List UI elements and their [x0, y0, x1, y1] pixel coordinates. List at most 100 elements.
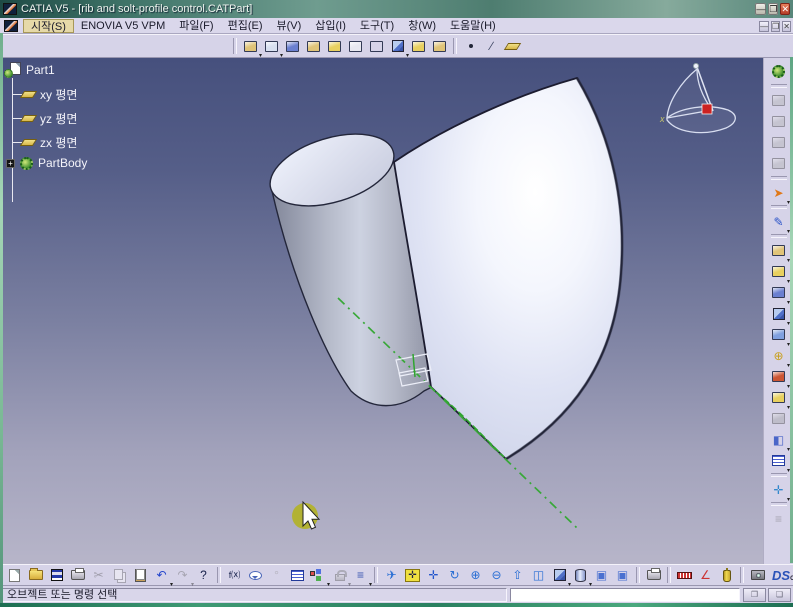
- line-icon[interactable]: ∕: [481, 37, 502, 56]
- tree-item-zx-plane-label[interactable]: zx 평면: [40, 134, 77, 151]
- hole-tool-icon[interactable]: ⊕▾: [768, 345, 789, 366]
- fly-mode-icon[interactable]: ✈: [381, 566, 402, 585]
- sketcher-icon[interactable]: ✎▾: [768, 211, 789, 232]
- lock-icon[interactable]: ▾: [329, 566, 350, 585]
- shaft-tool-icon[interactable]: ▾: [768, 261, 789, 282]
- rib-icon[interactable]: [345, 37, 366, 56]
- undo-icon[interactable]: ↶▾: [151, 566, 172, 585]
- loft-tool-icon[interactable]: ▾: [768, 303, 789, 324]
- close-surface-icon[interactable]: [429, 37, 450, 56]
- render-style-icon[interactable]: ▾: [570, 566, 591, 585]
- close-button[interactable]: ✕: [780, 3, 790, 15]
- fillet-tool-icon[interactable]: ▾: [768, 324, 789, 345]
- tree-item-partbody[interactable]: + PartBody: [6, 156, 87, 170]
- doc-restore-button[interactable]: ❐: [771, 21, 780, 32]
- disabled-tool-icon-3[interactable]: [768, 132, 789, 153]
- tree-item-yz-plane[interactable]: yz 평면: [22, 110, 77, 127]
- surface-tool-icon[interactable]: ▾: [768, 387, 789, 408]
- tree-item-zx-plane[interactable]: zx 평면: [22, 134, 77, 151]
- named-view-icon-1[interactable]: ▣: [591, 566, 612, 585]
- new-file-icon[interactable]: [4, 566, 25, 585]
- rules-icon[interactable]: ≡▾: [350, 566, 371, 585]
- open-folder-icon[interactable]: [25, 566, 46, 585]
- tree-item-xy-plane-label[interactable]: xy 평면: [40, 86, 77, 103]
- groove-tool-icon[interactable]: ▾: [768, 282, 789, 303]
- zoom-in-icon[interactable]: ⊕: [465, 566, 486, 585]
- view-compass[interactable]: x: [659, 64, 735, 133]
- stiffener-icon[interactable]: [408, 37, 429, 56]
- fit-all-icon[interactable]: ✛: [402, 566, 423, 585]
- title-bar[interactable]: CATIA V5 - [rib and solt-profile control…: [0, 0, 793, 18]
- comment-icon[interactable]: [245, 566, 266, 585]
- power-input-field[interactable]: [510, 588, 740, 602]
- normal-view-icon[interactable]: ⇧: [507, 566, 528, 585]
- update-icon[interactable]: [768, 61, 789, 82]
- capture-icon[interactable]: [747, 566, 768, 585]
- menu-window[interactable]: 창(W): [401, 19, 443, 33]
- rotate-icon[interactable]: ↻: [444, 566, 465, 585]
- menu-enovia[interactable]: ENOVIA V5 VPM: [74, 19, 172, 33]
- point-icon[interactable]: [460, 37, 481, 56]
- formula-icon[interactable]: f⒳: [224, 566, 245, 585]
- whats-this-icon[interactable]: ?: [193, 566, 214, 585]
- maximize-button[interactable]: ❐: [768, 3, 778, 15]
- product-tree-icon[interactable]: ▾: [308, 566, 329, 585]
- tree-expander-icon[interactable]: +: [6, 159, 15, 168]
- status-mini-button-1[interactable]: ❐: [743, 588, 766, 602]
- menu-view[interactable]: 뷰(V): [269, 19, 308, 33]
- menu-insert[interactable]: 삽입(I): [308, 19, 353, 33]
- menu-tools[interactable]: 도구(T): [353, 19, 401, 33]
- tree-item-xy-plane[interactable]: xy 평면: [22, 86, 77, 103]
- print-icon[interactable]: [67, 566, 88, 585]
- measure-item-icon[interactable]: ∠: [695, 566, 716, 585]
- inertia-icon[interactable]: [716, 566, 737, 585]
- tree-item-partbody-label[interactable]: PartBody: [38, 156, 87, 170]
- plane-icon[interactable]: [502, 37, 523, 56]
- menu-edit[interactable]: 편집(E): [221, 19, 270, 33]
- copy-icon[interactable]: [109, 566, 130, 585]
- pad-tool-icon[interactable]: ▾: [768, 240, 789, 261]
- constraint-icon[interactable]: ≡: [768, 508, 789, 529]
- doc-close-button[interactable]: ✕: [782, 21, 791, 32]
- tree-item-yz-plane-label[interactable]: yz 평면: [40, 110, 77, 127]
- loft-icon[interactable]: ▾: [387, 37, 408, 56]
- disabled-tool-icon-1[interactable]: [768, 90, 789, 111]
- select-icon[interactable]: ➤▾: [768, 182, 789, 203]
- sheet-rotate-icon[interactable]: [643, 566, 664, 585]
- pad-icon[interactable]: ▾: [240, 37, 261, 56]
- measure-between-icon[interactable]: [674, 566, 695, 585]
- disabled-tool-icon-2[interactable]: [768, 111, 789, 132]
- paste-icon[interactable]: [130, 566, 151, 585]
- multi-view-icon[interactable]: ◫: [528, 566, 549, 585]
- iso-view-icon[interactable]: ▾: [549, 566, 570, 585]
- cut-icon[interactable]: ✂: [88, 566, 109, 585]
- minimize-button[interactable]: —: [755, 3, 766, 15]
- pocket-tool-icon[interactable]: ▾: [768, 366, 789, 387]
- pocket-icon[interactable]: ▾: [261, 37, 282, 56]
- pattern-icon[interactable]: ▾: [768, 450, 789, 471]
- save-icon[interactable]: [46, 566, 67, 585]
- tree-root-part1[interactable]: Part1: [4, 62, 55, 78]
- mirror-half-icon[interactable]: [768, 408, 789, 429]
- redo-icon[interactable]: ↷▾: [172, 566, 193, 585]
- mirror-icon[interactable]: ◧▾: [768, 429, 789, 450]
- named-view-icon-2[interactable]: ▣: [612, 566, 633, 585]
- knowledge-icon[interactable]: °: [266, 566, 287, 585]
- tree-root-label[interactable]: Part1: [26, 63, 55, 77]
- scale-icon[interactable]: ✛▾: [768, 479, 789, 500]
- doc-minimize-button[interactable]: —: [759, 21, 769, 32]
- menu-start[interactable]: 시작(S): [23, 19, 74, 33]
- multi-pad-icon[interactable]: [282, 37, 303, 56]
- slot-icon[interactable]: [366, 37, 387, 56]
- flyout-arrow-icon[interactable]: ▾: [369, 581, 372, 588]
- design-table-icon[interactable]: [287, 566, 308, 585]
- zoom-out-icon[interactable]: ⊖: [486, 566, 507, 585]
- shaft-icon[interactable]: [303, 37, 324, 56]
- menu-help[interactable]: 도움말(H): [443, 19, 503, 33]
- groove-icon[interactable]: [324, 37, 345, 56]
- pan-icon[interactable]: ✛: [423, 566, 444, 585]
- disabled-tool-icon-4[interactable]: [768, 153, 789, 174]
- 3d-viewport[interactable]: x Part1 xy 평면 yz 평면 zx 평면 + PartBody: [0, 58, 763, 564]
- status-mini-button-2[interactable]: ❏: [768, 588, 791, 602]
- swept-surface[interactable]: [394, 78, 622, 459]
